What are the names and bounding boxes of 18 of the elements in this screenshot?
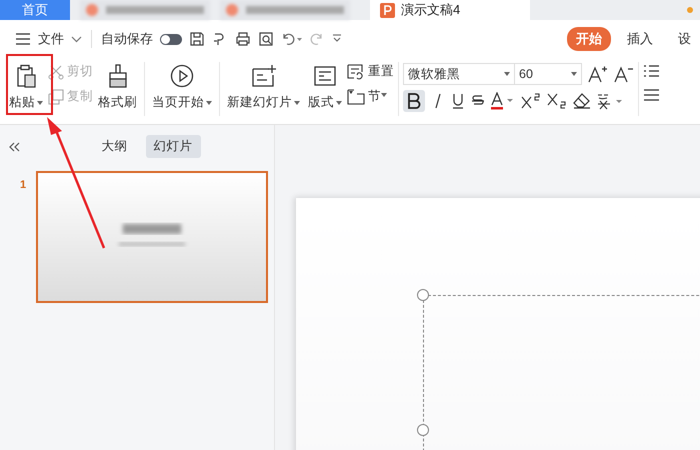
font-name-field[interactable]: 微软雅黑: [403, 63, 515, 85]
file-menu[interactable]: 文件: [38, 30, 64, 48]
document-tab[interactable]: 演示文稿4: [370, 0, 530, 20]
format-painter-button[interactable]: 格式刷: [95, 60, 140, 113]
home-tab[interactable]: 首页: [0, 0, 70, 20]
new-slide-button[interactable]: 新建幻灯片: [224, 60, 303, 113]
layout-button[interactable]: 版式: [305, 60, 345, 113]
slide-number: 1: [20, 179, 26, 191]
ribbon-tab[interactable]: 设: [669, 27, 700, 51]
pane-tab[interactable]: 大纲: [94, 135, 136, 158]
autosave-label: 自动保存: [101, 30, 153, 48]
ribbon-tab[interactable]: 插入: [618, 27, 662, 51]
reset-button[interactable]: 重置: [347, 63, 394, 80]
play-from-current-button[interactable]: 当页开始: [149, 60, 215, 113]
pane-tab[interactable]: 幻灯片: [146, 135, 200, 158]
section-button[interactable]: 节: [347, 88, 394, 105]
paste-button[interactable]: 粘贴: [6, 60, 46, 113]
font-size-field[interactable]: 60: [514, 63, 582, 85]
